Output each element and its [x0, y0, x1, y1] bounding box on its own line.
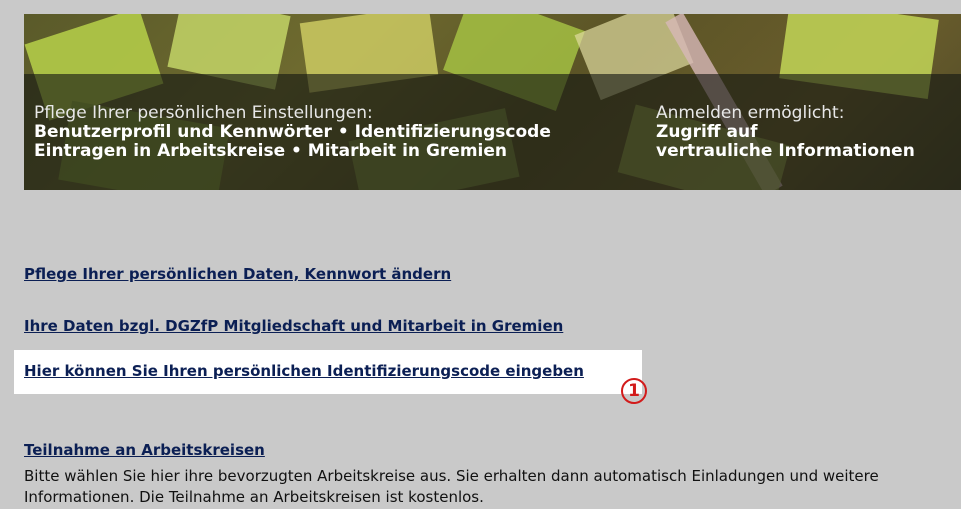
membership-link[interactable]: Ihre Daten bzgl. DGZfP Mitgliedschaft un… — [24, 317, 563, 335]
banner-left-line2: Benutzerprofil und Kennwörter • Identifi… — [34, 122, 551, 142]
working-groups-description: Bitte wählen Sie hier ihre bevorzugten A… — [24, 467, 879, 506]
banner-right-line3: vertrauliche Informationen — [656, 141, 915, 161]
banner-right-text: Anmelden ermöglicht: Zugriff auf vertrau… — [656, 104, 915, 161]
banner-left-line1: Pflege Ihrer persönlichen Einstellungen: — [34, 103, 373, 123]
banner-left-text: Pflege Ihrer persönlichen Einstellungen:… — [34, 104, 551, 161]
id-code-link[interactable]: Hier können Sie Ihren persönlichen Ident… — [24, 362, 584, 380]
banner-right-line2: Zugriff auf — [656, 122, 758, 142]
banner-right-line1: Anmelden ermöglicht: — [656, 103, 845, 123]
personal-data-link[interactable]: Pflege Ihrer persönlichen Daten, Kennwor… — [24, 265, 451, 283]
banner-left-line3: Eintragen in Arbeitskreise • Mitarbeit i… — [34, 141, 507, 161]
header-banner: Pflege Ihrer persönlichen Einstellungen:… — [24, 14, 961, 190]
step-marker: 1 — [621, 378, 647, 404]
working-groups-link[interactable]: Teilnahme an Arbeitskreisen — [24, 441, 265, 459]
